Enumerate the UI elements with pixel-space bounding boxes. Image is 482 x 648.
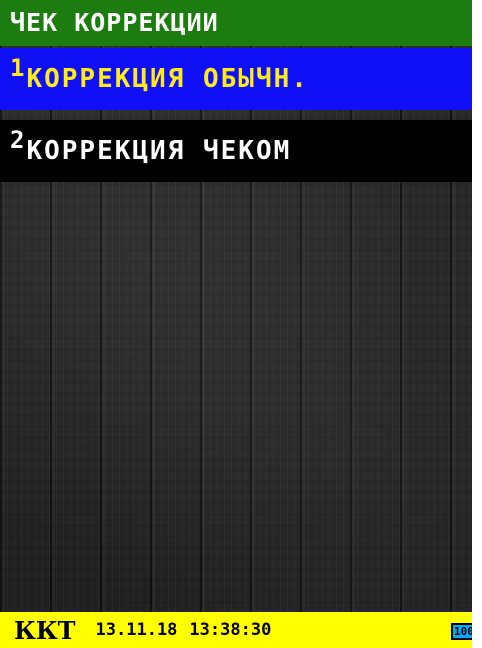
menu-item-correction-regular[interactable]: 1 КОРРЕКЦИЯ ОБЫЧН.	[0, 48, 472, 110]
menu-item-number: 2	[10, 126, 25, 154]
battery-icon: 100	[451, 623, 472, 640]
status-bar: ККТ 13.11.18 13:38:30 100	[0, 612, 472, 648]
status-time: 13:38:30	[189, 620, 272, 640]
menu-item-label: КОРРЕКЦИЯ ЧЕКОМ	[26, 136, 292, 166]
screen-title: ЧЕК КОРРЕКЦИИ	[0, 0, 472, 46]
status-date: 13.11.18	[95, 620, 178, 640]
menu-item-label: КОРРЕКЦИЯ ОБЫЧН.	[26, 64, 309, 94]
device-screen: ЧЕК КОРРЕКЦИИ 1 КОРРЕКЦИЯ ОБЫЧН. 2 КОРРЕ…	[0, 0, 482, 648]
status-mode: ККТ	[14, 615, 76, 645]
menu-item-correction-by-receipt[interactable]: 2 КОРРЕКЦИЯ ЧЕКОМ	[0, 120, 472, 182]
menu-item-number: 1	[10, 54, 25, 82]
